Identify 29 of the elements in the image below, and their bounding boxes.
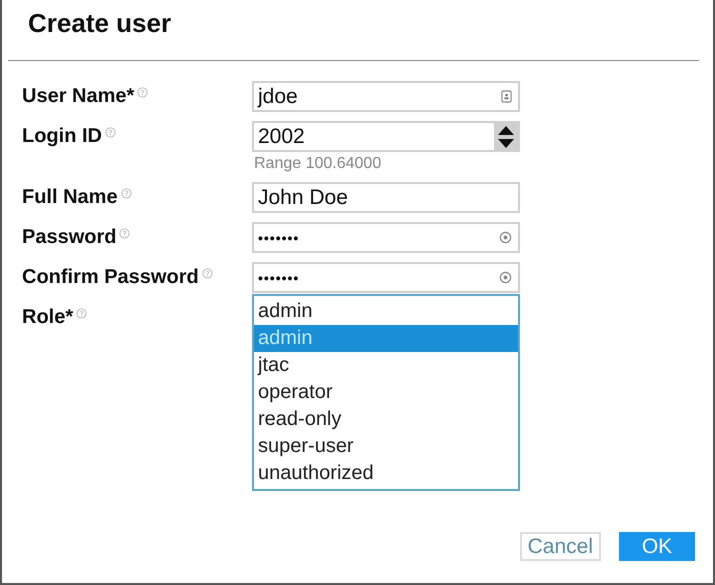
help-icon[interactable] — [104, 127, 116, 138]
dialog-title: Create user — [27, 7, 172, 40]
input-field[interactable]: jdoe — [252, 81, 520, 112]
field-label: Role* — [22, 306, 74, 329]
help-icon[interactable] — [137, 87, 148, 98]
input-field[interactable]: John Doe — [252, 182, 520, 213]
list-option[interactable]: unauthorized — [254, 460, 518, 487]
help-icon[interactable] — [76, 308, 88, 319]
help-icon[interactable] — [119, 228, 130, 239]
field-label: Password — [22, 226, 116, 249]
list-option[interactable]: read-only — [254, 406, 518, 433]
input-field[interactable]: 2002 — [252, 121, 520, 152]
select-value[interactable]: admin — [254, 298, 518, 325]
help-icon[interactable] — [202, 268, 213, 279]
list-option[interactable]: jtac — [254, 352, 518, 379]
cancel-button[interactable]: Cancel — [520, 532, 601, 561]
field-label: Confirm Password — [22, 266, 199, 289]
field-label: Login ID — [22, 125, 102, 148]
input-field[interactable]: ••••••• — [252, 262, 520, 293]
field-label: User Name* — [22, 85, 134, 108]
spinner-icon[interactable] — [494, 122, 518, 150]
list-option[interactable]: super-user — [254, 433, 518, 460]
input-field[interactable]: ••••••• — [252, 222, 520, 253]
contact-card-icon — [501, 90, 512, 103]
help-icon[interactable] — [120, 188, 132, 199]
list-option[interactable]: operator — [254, 379, 518, 406]
field-label: Full Name — [22, 186, 118, 209]
role-list[interactable]: admin admin jtac operator read-only super-user unauthorized — [252, 294, 520, 491]
range-hint: Range 100.64000 — [253, 154, 382, 173]
